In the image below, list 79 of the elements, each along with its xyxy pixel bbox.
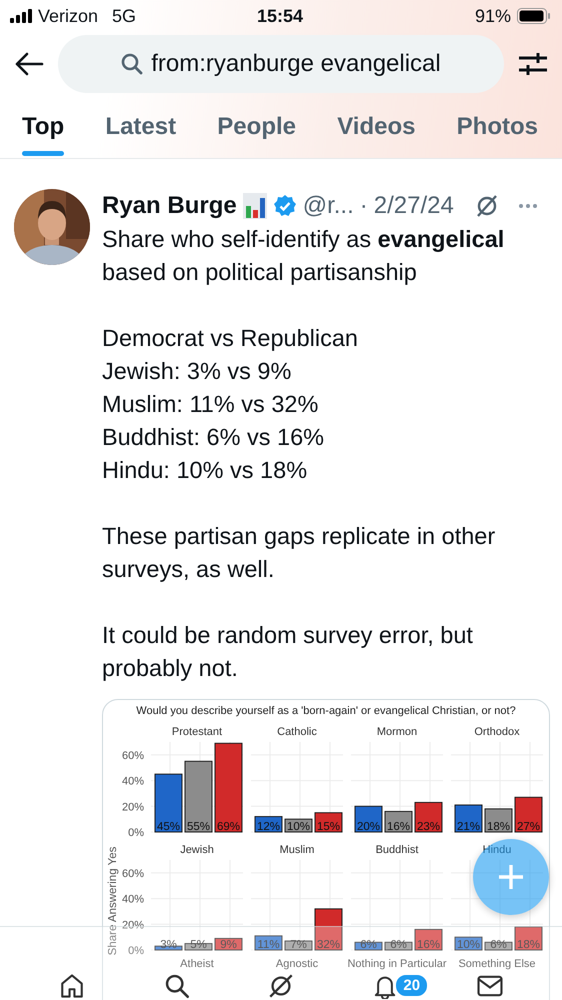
back-arrow-icon[interactable] [14,52,44,76]
bar-value-label: 18% [516,939,540,951]
tab[interactable]: Top [22,96,64,158]
search-field[interactable]: from:ryanburge evangelical [58,35,504,93]
bar-chart-icon [242,193,267,219]
post-text: It could be random survey error, but probably not. [102,621,474,683]
bar-value-label: 6% [490,939,507,951]
search-icon [121,53,144,75]
facet-label: Nothing in Particular [347,958,447,970]
facet-label: Muslim [280,844,314,856]
network-type: 5G [112,6,136,26]
axis-tick-label: 60% [122,750,144,762]
bar-value-label: 45% [156,821,180,833]
axis-tick-label: 0% [128,945,144,957]
bar-value-label: 3% [160,939,177,951]
home-icon[interactable] [59,973,86,999]
battery-percent: 91% [474,6,511,26]
post-text: Hindu: 10% vs 18% [102,456,308,485]
bar-value-label: 32% [316,939,340,951]
axis-tick-label: 20% [122,919,144,932]
bar-value-label: 23% [416,821,440,833]
separator-dot: · [360,192,368,220]
user-handle[interactable]: @r... [302,192,354,220]
axis-tick-label: 40% [122,894,144,906]
post-date[interactable]: 2/27/24 [374,192,454,220]
axis-tick-label: 40% [122,776,144,788]
post-text: These partisan gaps replicate in other surveys, as well. [102,522,496,584]
bar-value-label: 18% [486,821,510,833]
carrier-name: Verizon [38,6,98,26]
bar-value-label: 69% [216,821,240,833]
bar-value-label: 6% [390,939,407,951]
filter-sliders-icon[interactable] [518,51,548,77]
post-text: Jewish: 3% vs 9% [102,357,292,386]
bar-value-label: 16% [386,821,410,833]
tab[interactable]: People [217,96,296,158]
facet-label: Protestant [172,726,222,738]
tab[interactable]: Photos [456,96,538,158]
bar-value-label: 7% [290,939,307,951]
bar-value-label: 55% [186,821,210,833]
bar-value-label: 6% [360,939,377,951]
axis-tick-label: 60% [122,868,144,880]
post-text: Share who self-identify as evangelical based on political partisanship [102,225,506,287]
facet-label: Mormon [376,726,418,738]
facet-label: Orthodox [474,726,520,738]
bar-value-label: 15% [316,821,340,833]
bar-value-label: 9% [220,939,237,951]
bar-value-label: 27% [516,821,540,833]
clock-time: 15:54 [256,6,304,26]
tab[interactable]: Videos [337,96,416,158]
post-text: Muslim: 11% vs 32% [102,390,320,419]
facet-label: Jewish [180,844,214,856]
chart-title: Would you describe yourself as a 'born-again' or evangelical Christian, or not? [135,704,517,719]
bar-value-label: 16% [416,939,440,951]
plus-icon [497,863,525,891]
bar-value-label: 11% [257,939,280,951]
post-text: Buddhist: 6% vs 16% [102,423,326,452]
signal-icon [10,9,32,23]
bar-value-label: 10% [456,939,480,951]
slashed-circle-icon[interactable] [268,973,294,999]
axis-title: Share Answering Yes [107,846,119,956]
bar-value-label: 20% [356,821,380,833]
facet-label: Buddhist [376,844,418,856]
author-name[interactable]: Ryan Burge [102,192,237,220]
axis-tick-label: 20% [122,801,144,814]
more-options-icon[interactable] [518,203,538,209]
bar-value-label: 21% [456,821,480,833]
bar-value-label: 10% [286,821,310,833]
facet-label: Agnostic [276,958,318,970]
mail-icon[interactable] [476,973,503,999]
post-text: Democrat vs Republican [102,324,359,353]
facet-label: Something Else [458,958,536,970]
search-icon[interactable] [164,973,190,999]
tab[interactable]: Latest [105,96,176,158]
bar-value-label: 12% [256,821,280,833]
axis-tick-label: 0% [128,827,144,839]
facet-label: Hindu [482,844,512,856]
facet-label: Catholic [277,726,317,738]
facet-label: Atheist [180,958,214,970]
battery-icon [517,8,550,24]
